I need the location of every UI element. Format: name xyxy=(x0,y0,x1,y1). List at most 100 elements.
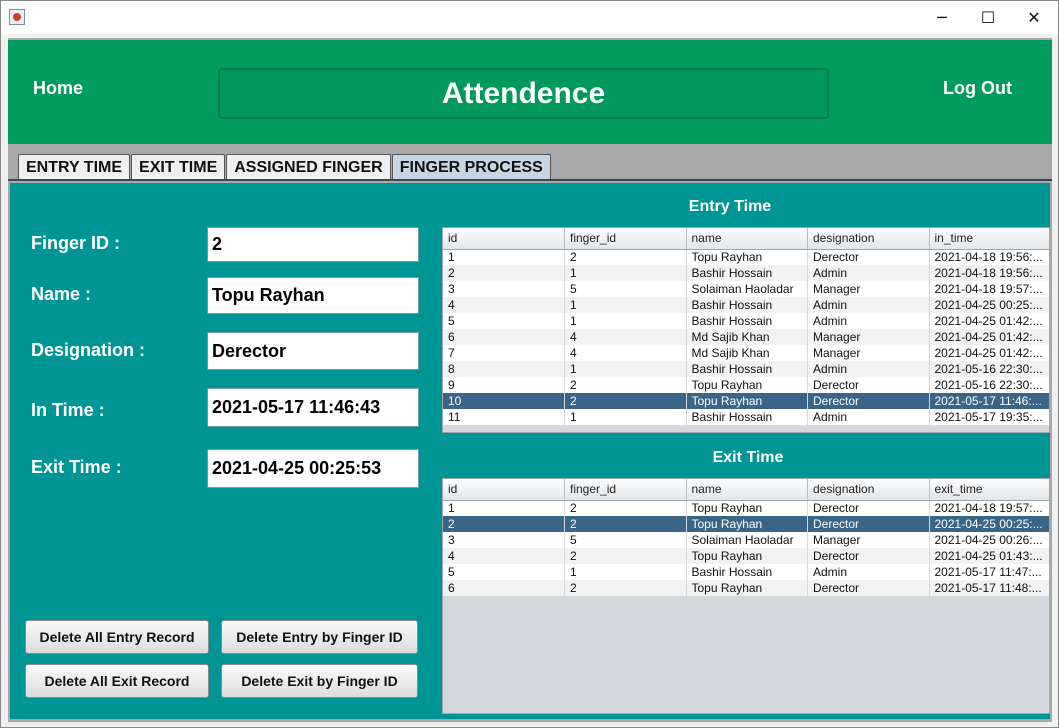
table-cell-name: Topu Rayhan xyxy=(686,580,808,596)
table-cell-id: 3 xyxy=(443,532,565,548)
table-cell-designation: Derector xyxy=(807,548,929,564)
table-cell-finger-id: 1 xyxy=(564,361,686,377)
table-row[interactable]: 6 2 Topu Rayhan Derector 2021-05-17 11:48:..… xyxy=(443,580,1049,596)
home-link[interactable]: Home xyxy=(33,78,83,99)
table-row[interactable]: 3 5 Solaiman Haoladar Manager 2021-04-18 19:… xyxy=(443,281,1049,297)
table-cell-in-time: 2021-04-25 01:42:... xyxy=(929,329,1049,345)
finger-process-panel: Finger ID : 2 Name : Topu Rayhan Designa… xyxy=(10,183,1050,719)
tab-exit-time[interactable]: EXIT TIME xyxy=(131,154,226,180)
tab-finger-process[interactable]: FINGER PROCESS xyxy=(391,154,551,180)
exit-table-title: Exit Time xyxy=(712,449,784,466)
table-cell-exit-time: 2021-04-25 00:25:... xyxy=(929,516,1049,532)
entry-table-title: Entry Time xyxy=(688,198,772,215)
maximize-button[interactable]: ☐ xyxy=(965,1,1011,34)
column-header-name[interactable]: name xyxy=(686,228,808,250)
column-header-finger-id[interactable]: finger_id xyxy=(564,228,687,250)
table-cell-name: Topu Rayhan xyxy=(686,249,808,265)
column-header-designation[interactable]: designation xyxy=(807,228,930,250)
designation-label: Designation : xyxy=(31,340,146,360)
table-row[interactable]: 5 1 Bashir Hossain Admin 2021-04-25 01:42:..… xyxy=(443,313,1049,329)
table-cell-name: Bashir Hossain xyxy=(686,297,808,313)
table-row[interactable]: 3 5 Solaiman Haoladar Manager 2021-04-25 00:… xyxy=(443,532,1049,548)
table-cell-finger-id: 1 xyxy=(564,265,686,281)
delete-entry-by-id-button[interactable]: Delete Entry by Finger ID xyxy=(221,620,418,654)
table-row[interactable]: 5 1 Bashir Hossain Admin 2021-05-17 11:47:..… xyxy=(443,564,1049,580)
table-row[interactable]: 2 1 Bashir Hossain Admin 2021-04-18 19:56:..… xyxy=(443,265,1049,281)
column-header-id[interactable]: id xyxy=(443,479,565,501)
table-row[interactable]: 10 2 Topu Rayhan Derector 2021-05-17 11:46:.… xyxy=(443,393,1049,409)
table-cell-designation: Manager xyxy=(807,329,929,345)
table-cell-finger-id: 2 xyxy=(564,580,686,596)
logout-link[interactable]: Log Out xyxy=(943,78,1012,99)
table-cell-finger-id: 4 xyxy=(564,345,686,361)
table-cell-in-time: 2021-04-18 19:57:... xyxy=(929,281,1049,297)
table-cell-in-time: 2021-05-17 19:35:... xyxy=(929,409,1049,425)
table-cell-name: Topu Rayhan xyxy=(686,516,808,532)
minimize-button[interactable]: ─ xyxy=(919,1,965,34)
tab-assigned-finger[interactable]: ASSIGNED FINGER xyxy=(226,154,391,180)
table-cell-id: 8 xyxy=(443,361,565,377)
close-button[interactable]: ✕ xyxy=(1011,1,1057,34)
table-cell-finger-id: 2 xyxy=(564,516,686,532)
in-time-label: In Time : xyxy=(31,400,105,420)
header-bar: Home Attendence Log Out xyxy=(8,40,1052,144)
table-cell-id: 9 xyxy=(443,377,565,393)
table-row[interactable]: 2 2 Topu Rayhan Derector 2021-04-25 00:25:..… xyxy=(443,516,1049,532)
table-cell-in-time: 2021-05-16 22:30:... xyxy=(929,377,1049,393)
table-cell-id: 4 xyxy=(443,548,565,564)
tab-entry-time[interactable]: ENTRY TIME xyxy=(18,154,131,180)
finger-id-field[interactable]: 2 xyxy=(207,227,419,262)
table-cell-id: 6 xyxy=(443,580,565,596)
delete-all-exit-button[interactable]: Delete All Exit Record xyxy=(25,664,209,698)
table-cell-finger-id: 2 xyxy=(564,249,686,265)
java-app-icon xyxy=(9,9,25,25)
table-cell-name: Md Sajib Khan xyxy=(686,345,808,361)
table-cell-id: 4 xyxy=(443,297,565,313)
name-label: Name : xyxy=(31,284,92,304)
exit-time-field[interactable]: 2021-04-25 00:25:53 xyxy=(207,449,419,488)
table-cell-name: Bashir Hossain xyxy=(686,265,808,281)
table-row[interactable]: 4 1 Bashir Hossain Admin 2021-04-25 00:25:..… xyxy=(443,297,1049,313)
table-row[interactable]: 11 1 Bashir Hossain Admin 2021-05-17 19:35:.… xyxy=(443,409,1049,425)
tab-divider xyxy=(8,179,1052,181)
in-time-field[interactable]: 2021-05-17 11:46:43 xyxy=(207,388,419,427)
table-cell-designation: Admin xyxy=(807,313,929,329)
table-cell-id: 6 xyxy=(443,329,565,345)
table-cell-designation: Manager xyxy=(807,281,929,297)
table-row[interactable]: 7 4 Md Sajib Khan Manager 2021-04-25 01:42:.… xyxy=(443,345,1049,361)
table-row[interactable]: 8 1 Bashir Hossain Admin 2021-05-16 22:30:..… xyxy=(443,361,1049,377)
name-field[interactable]: Topu Rayhan xyxy=(207,277,419,314)
table-cell-finger-id: 2 xyxy=(564,500,686,516)
table-cell-in-time: 2021-05-16 22:30:... xyxy=(929,361,1049,377)
table-cell-name: Bashir Hossain xyxy=(686,564,808,580)
table-cell-name: Bashir Hossain xyxy=(686,409,808,425)
table-cell-finger-id: 1 xyxy=(564,297,686,313)
column-header-id[interactable]: id xyxy=(443,228,565,250)
column-header-designation[interactable]: designation xyxy=(807,479,930,501)
delete-all-entry-button[interactable]: Delete All Entry Record xyxy=(25,620,209,654)
designation-field[interactable]: Derector xyxy=(207,332,419,370)
table-cell-finger-id: 1 xyxy=(564,564,686,580)
table-cell-designation: Derector xyxy=(807,377,929,393)
entry-table-header: id finger_id name designation in_time xyxy=(443,228,1049,250)
column-header-exit-time[interactable]: exit_time xyxy=(929,479,1049,501)
column-header-finger-id[interactable]: finger_id xyxy=(564,479,687,501)
exit-table-header: id finger_id name designation exit_time xyxy=(443,479,1049,501)
table-cell-designation: Derector xyxy=(807,516,929,532)
table-cell-name: Bashir Hossain xyxy=(686,361,808,377)
table-row[interactable]: 1 2 Topu Rayhan Derector 2021-04-18 19:56:..… xyxy=(443,249,1049,265)
table-row[interactable]: 4 2 Topu Rayhan Derector 2021-04-25 01:43:..… xyxy=(443,548,1049,564)
delete-exit-by-id-button[interactable]: Delete Exit by Finger ID xyxy=(221,664,418,698)
table-cell-finger-id: 1 xyxy=(564,313,686,329)
table-row[interactable]: 1 2 Topu Rayhan Derector 2021-04-18 19:57:..… xyxy=(443,500,1049,516)
table-row[interactable]: 9 2 Topu Rayhan Derector 2021-05-16 22:30:..… xyxy=(443,377,1049,393)
table-cell-finger-id: 1 xyxy=(564,409,686,425)
column-header-in-time[interactable]: in_time xyxy=(929,228,1049,250)
column-header-name[interactable]: name xyxy=(686,479,808,501)
table-cell-designation: Derector xyxy=(807,393,929,409)
table-cell-in-time: 2021-05-17 11:46:... xyxy=(929,393,1049,409)
table-cell-name: Topu Rayhan xyxy=(686,377,808,393)
table-cell-designation: Derector xyxy=(807,580,929,596)
table-cell-exit-time: 2021-04-25 00:26:... xyxy=(929,532,1049,548)
table-row[interactable]: 6 4 Md Sajib Khan Manager 2021-04-25 01:42:.… xyxy=(443,329,1049,345)
